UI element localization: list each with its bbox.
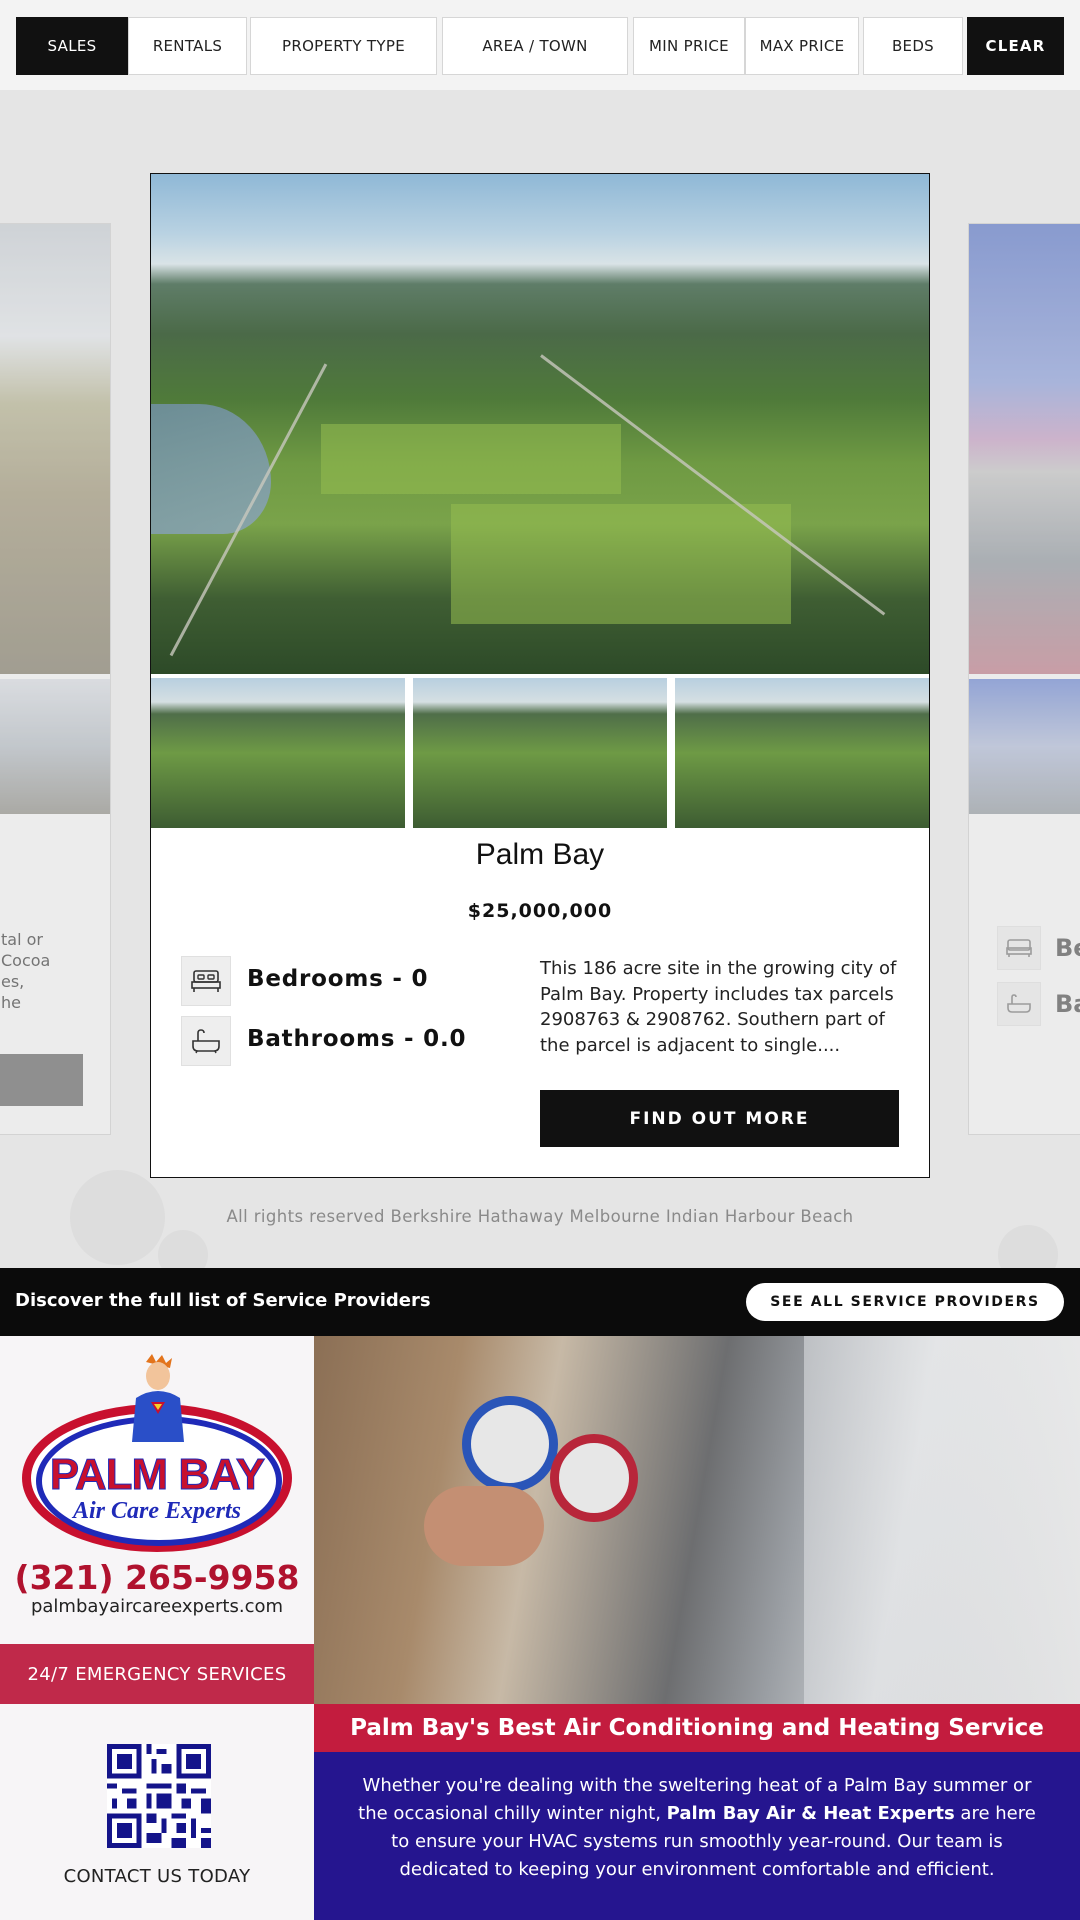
- pressure-gauge-red-icon: [550, 1434, 638, 1522]
- filter-beds-dropdown[interactable]: BEDS: [863, 17, 963, 75]
- service-providers-text: Discover the full list of Service Provid…: [15, 1290, 431, 1311]
- technician-hand: [424, 1486, 544, 1566]
- ac-unit: [804, 1336, 1080, 1704]
- listing-carousel: tal or Cocoa es, he Be Ba: [0, 90, 1080, 1268]
- bedrooms-count: Bedrooms - 0: [247, 966, 429, 992]
- listing-thumbnail[interactable]: [675, 678, 929, 828]
- listing-thumbnail: [0, 679, 110, 814]
- filter-bar: SALES RENTALS PROPERTY TYPE AREA / TOWN …: [0, 0, 1080, 90]
- listing-thumbnail: [969, 679, 1080, 814]
- ad-headline: Palm Bay's Best Air Conditioning and Hea…: [314, 1704, 1080, 1752]
- contact-us-text: CONTACT US TODAY: [63, 1866, 251, 1887]
- filter-rentals-button[interactable]: RENTALS: [128, 17, 247, 75]
- bathrooms-count: Bathrooms - 0.0: [247, 1026, 467, 1052]
- bedrooms-label: Be: [1055, 934, 1080, 962]
- listing-description: This 186 acre site in the growing city o…: [540, 958, 897, 1056]
- bed-icon: [181, 956, 231, 1006]
- listing-card: Palm Bay $25,000,000 Bedrooms - 0 Bathro…: [150, 173, 930, 1178]
- filter-area-town-dropdown[interactable]: AREA / TOWN: [442, 17, 628, 75]
- listing-price: $25,000,000: [467, 900, 613, 922]
- ad-contact-panel: PALM BAY Air Care Experts (321) 265-9958…: [0, 1336, 314, 1920]
- ad-technician-photo: [314, 1336, 1080, 1704]
- find-out-more-button[interactable]: FIND OUT MORE: [540, 1090, 899, 1147]
- bed-icon: [997, 926, 1041, 970]
- thumbnail-strip: [151, 678, 929, 828]
- listing-card-next[interactable]: Be Ba: [968, 223, 1080, 1135]
- ad-body-text: Whether you're dealing with the swelteri…: [314, 1752, 1080, 1920]
- phone-number[interactable]: (321) 265-9958: [0, 1558, 314, 1597]
- decor-bubble: [158, 1230, 208, 1268]
- superhero-mascot-icon: [132, 1354, 184, 1442]
- filter-property-type-dropdown[interactable]: PROPERTY TYPE: [250, 17, 437, 75]
- website-link[interactable]: palmbayaircareexperts.com: [0, 1596, 314, 1617]
- find-out-more-button[interactable]: [0, 1054, 83, 1106]
- advertisement-banner[interactable]: PALM BAY Air Care Experts (321) 265-9958…: [0, 1336, 1080, 1920]
- filter-min-price-dropdown[interactable]: MIN PRICE: [633, 17, 745, 75]
- photo-field: [321, 424, 621, 494]
- emergency-services-banner: 24/7 EMERGENCY SERVICES: [0, 1644, 314, 1704]
- bathrooms-label: Ba: [1055, 990, 1080, 1018]
- decor-bubble: [998, 1225, 1058, 1268]
- listing-photo: [0, 224, 110, 674]
- see-all-service-providers-button[interactable]: SEE ALL SERVICE PROVIDERS: [746, 1283, 1064, 1321]
- service-providers-bar: Discover the full list of Service Provid…: [0, 1268, 1080, 1336]
- listing-description-fragment: tal or Cocoa es, he: [1, 930, 51, 1012]
- bathtub-icon: [181, 1016, 231, 1066]
- listing-thumbnail[interactable]: [151, 678, 405, 828]
- listing-thumbnail[interactable]: [413, 678, 667, 828]
- copyright-text: All rights reserved Berkshire Hathaway M…: [226, 1207, 854, 1226]
- brand-name: PALM BAY: [49, 1450, 265, 1500]
- listing-card-previous[interactable]: tal or Cocoa es, he: [0, 223, 111, 1135]
- filter-sales-button[interactable]: SALES: [16, 17, 128, 75]
- bathtub-icon: [997, 982, 1041, 1026]
- pressure-gauge-blue-icon: [462, 1396, 558, 1492]
- listing-hero-photo[interactable]: [151, 174, 929, 674]
- photo-field: [451, 504, 791, 624]
- qr-code[interactable]: [107, 1744, 211, 1848]
- brand-tagline: Air Care Experts: [72, 1498, 242, 1524]
- filter-clear-button[interactable]: CLEAR: [967, 17, 1064, 75]
- listing-title: Palm Bay: [475, 838, 605, 871]
- listing-photo: [969, 224, 1080, 674]
- photo-lake: [151, 404, 271, 534]
- filter-max-price-dropdown[interactable]: MAX PRICE: [745, 17, 859, 75]
